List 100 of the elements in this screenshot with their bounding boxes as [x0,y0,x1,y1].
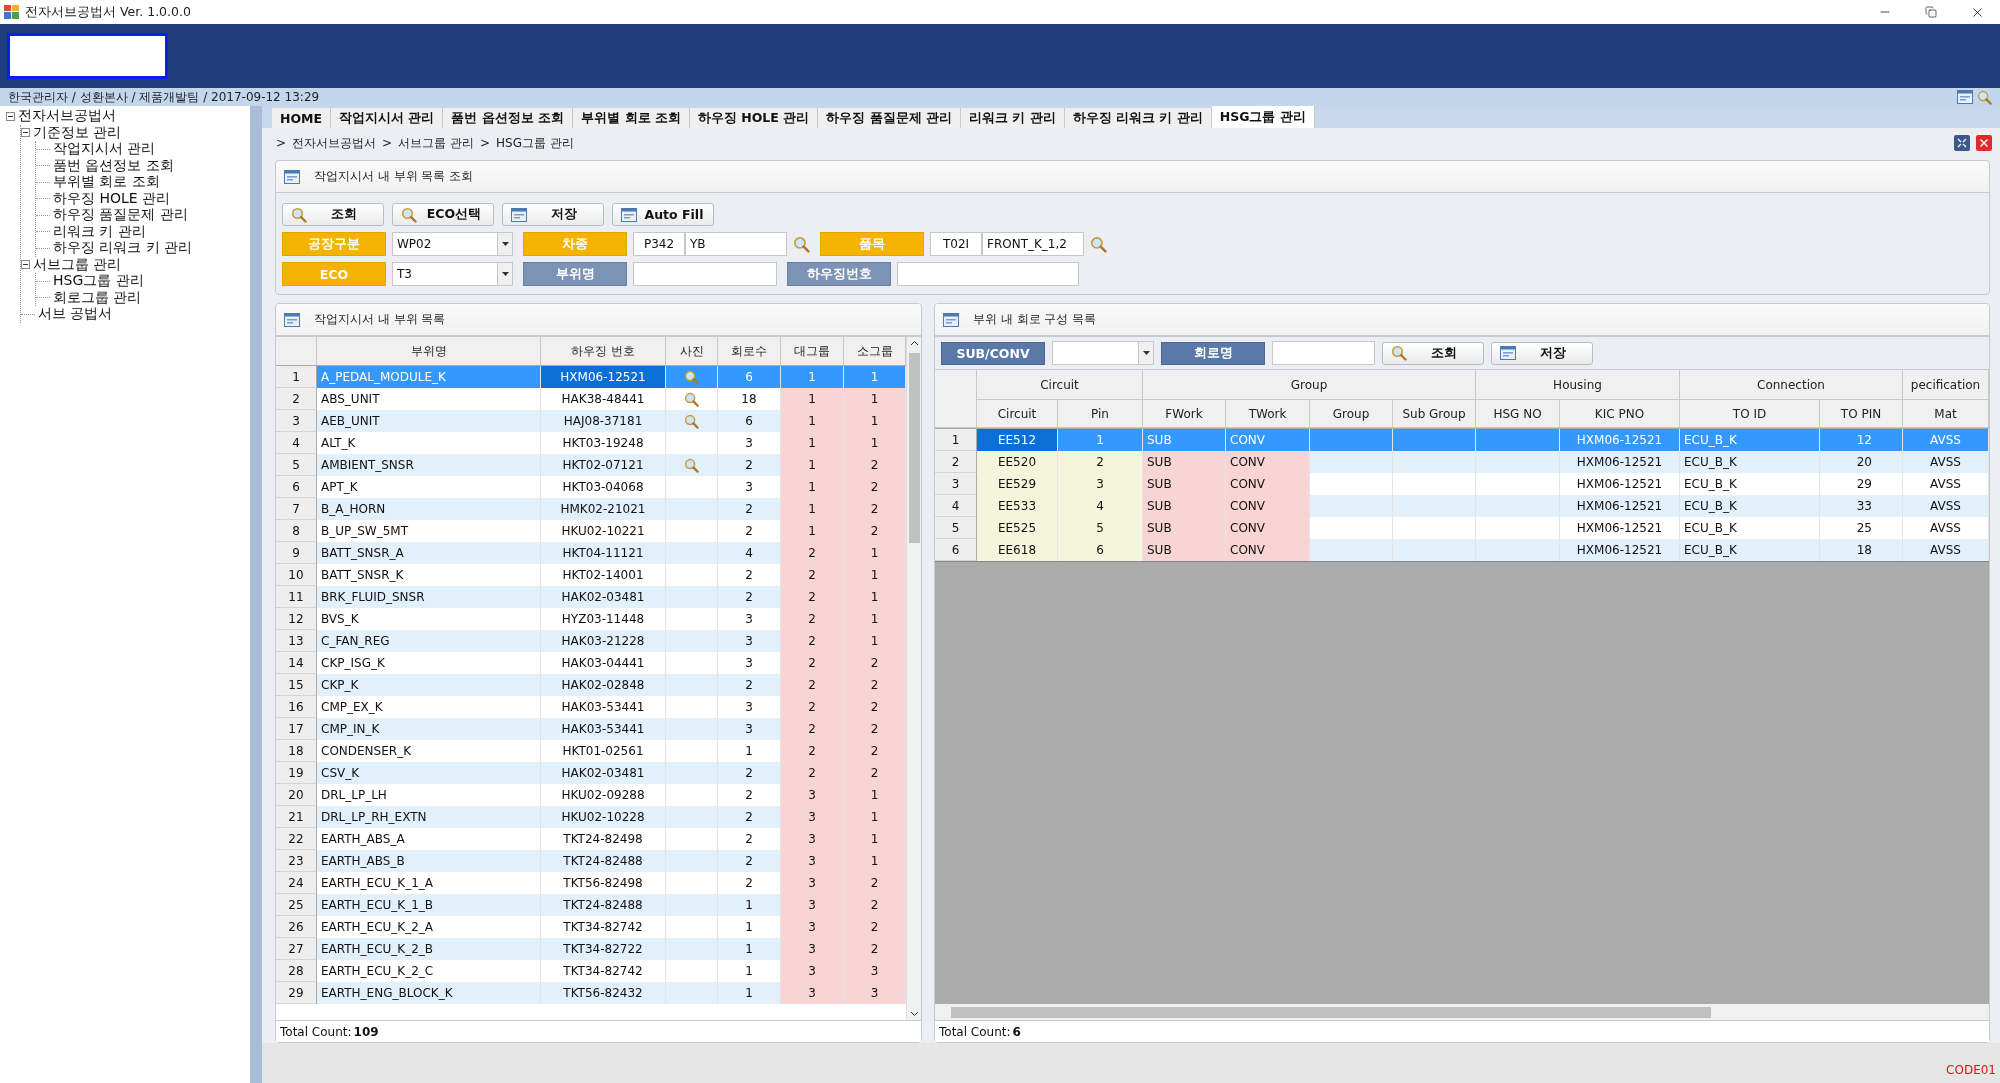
column-header[interactable]: Group [1310,400,1393,428]
collapse-icon[interactable] [21,128,30,138]
tree-item[interactable]: 서브그룹 관리 [33,255,122,274]
tab[interactable]: 하우징 HOLE 관리 [689,108,819,128]
collapse-icon[interactable] [21,260,30,270]
column-header[interactable]: TO ID [1680,400,1820,428]
table-row[interactable]: 19 CSV_K HAK02-03481 2 2 2 [276,762,906,784]
table-row[interactable]: 5 AMBIENT_SNSR HKT02-07121 2 1 2 [276,454,906,476]
dropdown[interactable]: WP02 [392,232,513,256]
table-row[interactable]: 26 EARTH_ECU_K_2_A TKT34-82742 1 3 2 [276,916,906,938]
table-row[interactable]: 6 EE618 6 SUB CONV HXM06-12521 ECU_B_K 18 AVSS [935,539,1989,561]
toolbar-button[interactable]: 조회 [282,203,384,226]
input-field[interactable]: YB [685,232,787,256]
table-row[interactable]: 10 BATT_SNSR_K HKT02-14001 2 2 1 [276,564,906,586]
table-row[interactable]: 3 EE529 3 SUB CONV HXM06-12521 ECU_B_K 29 AVSS [935,473,1989,495]
table-row[interactable]: 1 A_PEDAL_MODULE_K HXM06-12521 6 1 1 [276,366,906,388]
dropdown[interactable]: T3 [392,262,513,286]
shrink-icon[interactable] [1954,135,1970,151]
tree-item[interactable]: HSG그룹 관리 [53,272,144,291]
table-row[interactable]: 21 DRL_LP_RH_EXTN HKU02-10228 2 3 1 [276,806,906,828]
toolbar-button[interactable]: 저장 [502,203,604,226]
tree-item[interactable]: 하우징 HOLE 관리 [53,189,171,208]
column-header[interactable]: 하우징 번호 [541,337,666,365]
tree-item[interactable]: 품번 옵션정보 조회 [53,156,174,175]
table-row[interactable]: 15 CKP_K HAK02-02848 2 2 2 [276,674,906,696]
column-header[interactable]: TO PIN [1820,400,1903,428]
code-field[interactable]: T02I [930,232,982,256]
column-header[interactable]: 대그룹 [781,337,844,365]
column-header[interactable]: 사진 [666,337,718,365]
column-header[interactable]: Circuit [977,400,1058,428]
column-header[interactable]: KIC PNO [1560,400,1680,428]
table-row[interactable]: 27 EARTH_ECU_K_2_B TKT34-82722 1 3 2 [276,938,906,960]
table-row[interactable]: 4 EE533 4 SUB CONV HXM06-12521 ECU_B_K 33 AVSS [935,495,1989,517]
table-row[interactable]: 14 CKP_ISG_K HAK03-04441 3 2 2 [276,652,906,674]
tab[interactable]: 리워크 키 관리 [960,108,1065,128]
table-row[interactable]: 1 EE512 1 SUB CONV HXM06-12521 ECU_B_K 12 AVSS [935,429,1989,451]
scrollbar-thumb[interactable] [908,353,920,543]
table-row[interactable]: 22 EARTH_ABS_A TKT24-82498 2 3 1 [276,828,906,850]
tree-item[interactable]: 작업지시서 관리 [53,140,156,159]
table-row[interactable]: 23 EARTH_ABS_B TKT24-82488 2 3 1 [276,850,906,872]
table-row[interactable]: 9 BATT_SNSR_A HKT04-11121 4 2 1 [276,542,906,564]
tree-item[interactable]: 기준정보 관리 [33,123,122,142]
tab[interactable]: HSG그룹 관리 [1211,106,1315,128]
breadcrumb-item[interactable]: HSG그룹 관리 [496,134,574,152]
tree-item[interactable]: 전자서브공법서 [18,107,116,126]
close-icon[interactable] [1976,135,1992,151]
tab[interactable]: 품번 옵션정보 조회 [443,108,574,128]
toolbar-button[interactable]: ECO선택 [392,203,494,226]
table-row[interactable]: 5 EE525 5 SUB CONV HXM06-12521 ECU_B_K 25 AVSS [935,517,1989,539]
code-field[interactable]: P342 [633,232,685,256]
table-row[interactable]: 29 EARTH_ENG_BLOCK_K TKT56-82432 1 3 3 [276,982,906,1004]
tab[interactable]: 하우징 품질문제 관리 [818,108,961,128]
tab[interactable]: 부위별 회로 조회 [573,108,690,128]
table-row[interactable]: 13 C_FAN_REG HAK03-21228 3 2 1 [276,630,906,652]
toolbar-button[interactable]: 조회 [1382,341,1484,365]
table-row[interactable]: 8 B_UP_SW_5MT HKU02-10221 2 1 2 [276,520,906,542]
scrollbar-thumb[interactable] [951,1006,1711,1018]
column-header[interactable]: Mat [1903,400,1989,428]
column-header[interactable]: 회로수 [718,337,781,365]
table-row[interactable]: 18 CONDENSER_K HKT01-02561 1 2 2 [276,740,906,762]
toolbar-button[interactable]: Auto Fill [612,203,714,226]
column-header[interactable]: Sub Group [1393,400,1476,428]
table-row[interactable]: 17 CMP_IN_K HAK03-53441 3 2 2 [276,718,906,740]
column-header[interactable]: TWork [1226,400,1310,428]
tree-item[interactable]: 부위별 회로 조회 [53,173,160,192]
table-row[interactable]: 11 BRK_FLUID_SNSR HAK02-03481 2 2 1 [276,586,906,608]
tab[interactable]: HOME [272,108,332,128]
tree-item[interactable]: 하우징 품질문제 관리 [53,206,188,225]
breadcrumb-item[interactable]: 서브그룹 관리 [398,134,474,152]
column-header[interactable]: FWork [1143,400,1226,428]
table-row[interactable]: 4 ALT_K HKT03-19248 3 1 1 [276,432,906,454]
restore-icon[interactable] [1925,6,1937,18]
input-field[interactable] [897,262,1079,286]
dropdown[interactable] [1052,341,1154,365]
table-row[interactable]: 24 EARTH_ECU_K_1_A TKT56-82498 2 3 2 [276,872,906,894]
breadcrumb-item[interactable]: 전자서브공법서 [292,134,377,152]
tree-item[interactable]: 하우징 리워크 키 관리 [53,239,193,258]
scrollbar[interactable] [935,1004,1989,1020]
scrollbar[interactable] [906,337,921,1020]
table-row[interactable]: 2 EE520 2 SUB CONV HXM06-12521 ECU_B_K 20 AVSS [935,451,1989,473]
table-row[interactable]: 7 B_A_HORN HMK02-21021 2 1 2 [276,498,906,520]
tree-item[interactable]: 서브 공법서 [38,305,113,324]
input-field[interactable]: FRONT_K_1,2 [982,232,1084,256]
table-row[interactable]: 6 APT_K HKT03-04068 3 1 2 [276,476,906,498]
column-header[interactable]: 부위명 [317,337,541,365]
toolbar-button[interactable]: 저장 [1491,341,1593,365]
table-row[interactable]: 16 CMP_EX_K HAK03-53441 3 2 2 [276,696,906,718]
table-row[interactable]: 28 EARTH_ECU_K_2_C TKT34-82742 1 3 3 [276,960,906,982]
table-row[interactable]: 2 ABS_UNIT HAK38-48441 18 1 1 [276,388,906,410]
table-row[interactable]: 25 EARTH_ECU_K_1_B TKT24-82488 1 3 2 [276,894,906,916]
collapse-icon[interactable] [6,111,15,121]
tab[interactable]: 작업지시서 관리 [331,108,444,128]
table-row[interactable]: 12 BVS_K HYZ03-11448 3 2 1 [276,608,906,630]
tree-item[interactable]: 리워크 키 관리 [53,222,146,241]
tab[interactable]: 하우징 리워크 키 관리 [1064,108,1212,128]
tree-item[interactable]: 회로그룹 관리 [53,288,142,307]
table-row[interactable]: 20 DRL_LP_LH HKU02-09288 2 3 1 [276,784,906,806]
table-row[interactable]: 3 AEB_UNIT HAJ08-37181 6 1 1 [276,410,906,432]
column-header[interactable]: Pin [1058,400,1143,428]
input-field[interactable] [633,262,777,286]
